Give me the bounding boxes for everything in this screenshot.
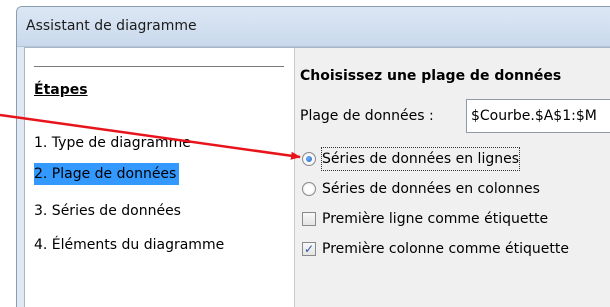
steps-heading: Étapes [34,82,88,98]
section-title: Choisissez une plage de données [300,68,562,84]
first-column-label-checkbox[interactable]: ✓ [302,242,316,256]
steps-pane: Étapes 1. Type de diagramme 2. Plage de … [25,48,295,307]
data-range-input[interactable] [466,99,610,133]
series-in-columns-radio[interactable] [302,182,316,196]
dialog-client-area: Étapes 1. Type de diagramme 2. Plage de … [24,47,610,307]
step-data-range[interactable]: 2. Plage de données [34,163,180,185]
series-in-columns-label: Séries de données en colonnes [322,181,540,197]
first-row-label-checkbox[interactable] [302,212,316,226]
step-data-series[interactable]: 3. Séries de données [34,200,184,222]
series-in-rows-label: Séries de données en lignes [320,147,521,171]
data-range-pane: Choisissez une plage de données Plage de… [296,48,610,307]
series-in-rows-radio[interactable] [302,152,316,166]
title-bar: Assistant de diagramme [17,7,610,47]
first-row-label-text: Première ligne comme étiquette [322,211,549,227]
data-range-label: Plage de données : [300,108,434,124]
chart-wizard-dialog: Assistant de diagramme Étapes 1. Type de… [16,6,610,307]
first-column-label-text: Première colonne comme étiquette [322,241,569,257]
window-title: Assistant de diagramme [26,18,197,34]
steps-divider [34,66,284,67]
step-chart-type[interactable]: 1. Type de diagramme [34,132,194,154]
step-chart-elements[interactable]: 4. Éléments du diagramme [34,234,227,256]
